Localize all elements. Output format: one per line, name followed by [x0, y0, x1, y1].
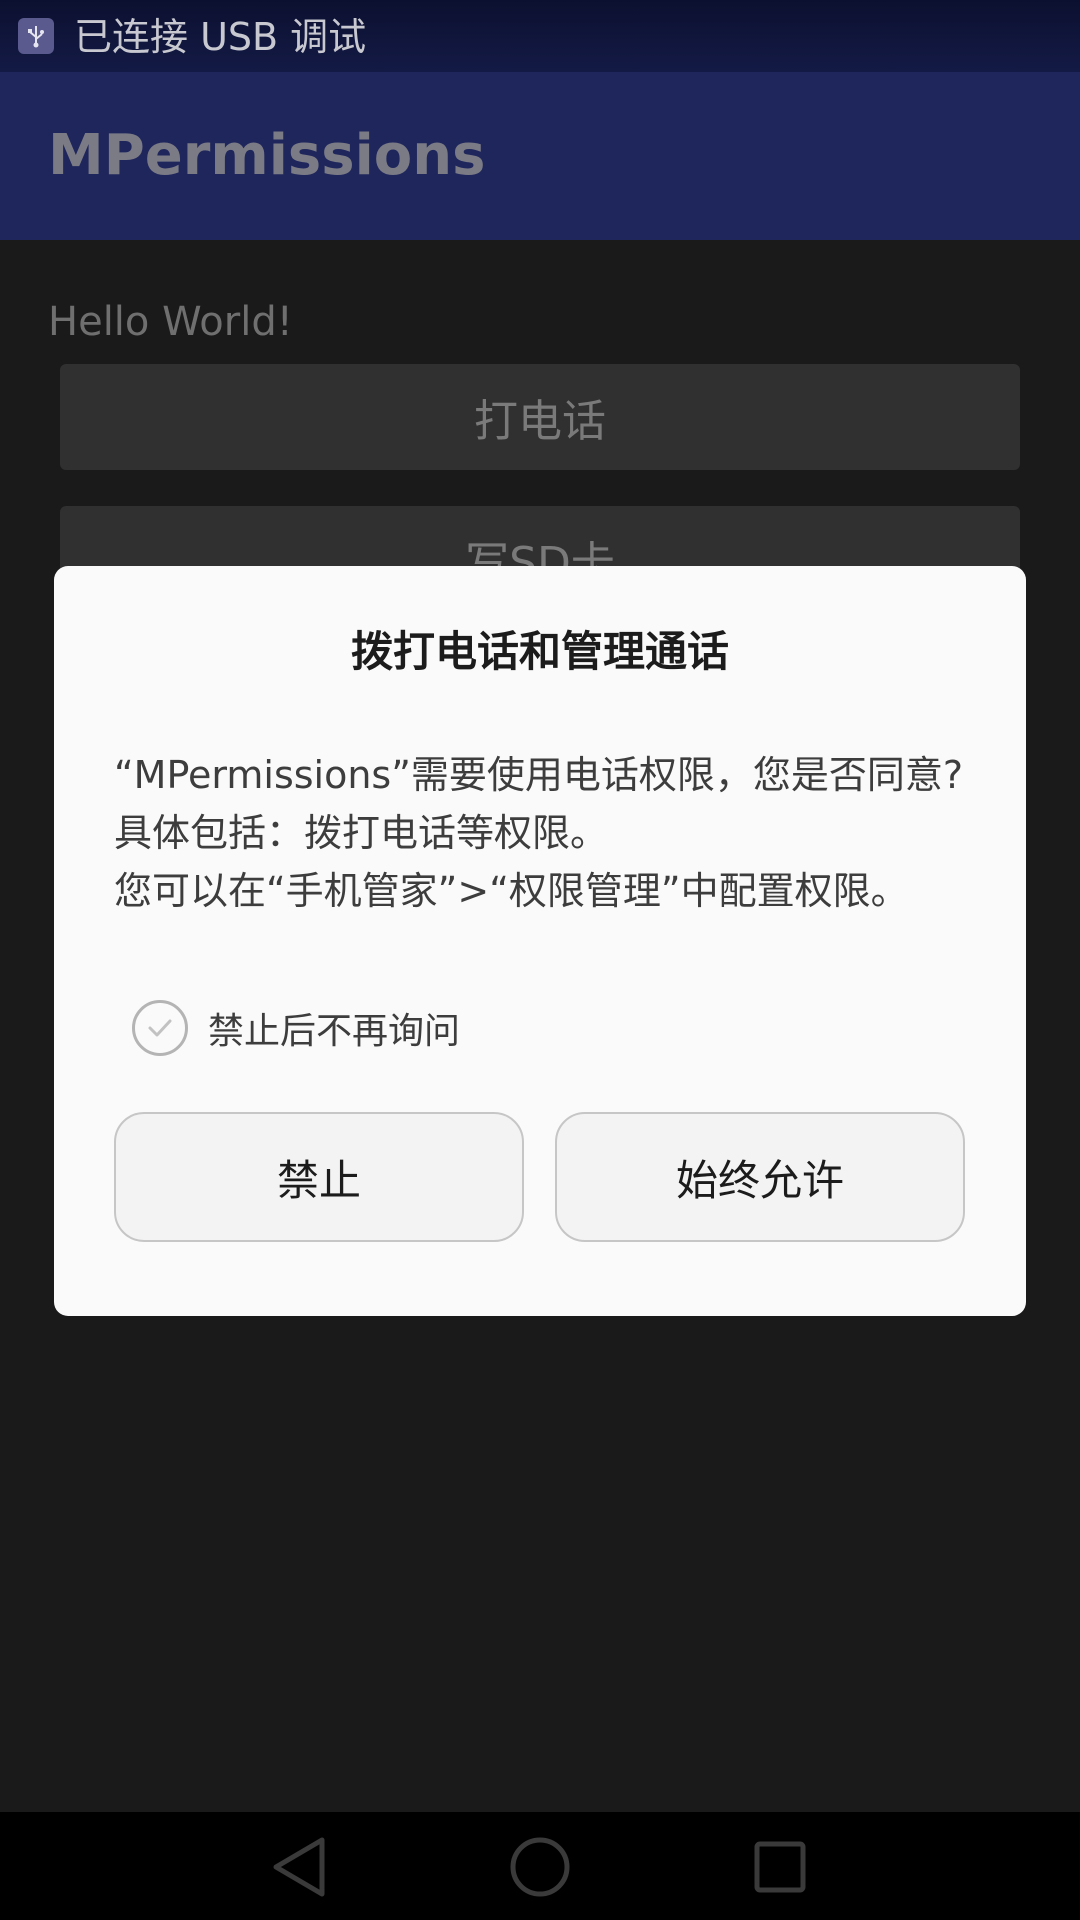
dialog-title: 拨打电话和管理通话 — [350, 627, 729, 676]
status-text: 已连接 USB 调试 — [74, 15, 367, 59]
hello-text: Hello World! — [48, 299, 293, 345]
check-icon — [148, 1019, 172, 1037]
back-icon[interactable] — [266, 1832, 336, 1902]
dont-ask-again-row[interactable]: 禁止后不再询问 — [132, 998, 460, 1058]
always-allow-button[interactable]: 始终允许 — [555, 1112, 965, 1242]
call-button[interactable]: 打电话 — [60, 364, 1020, 470]
usb-debug-icon — [18, 18, 54, 54]
dont-ask-again-checkbox[interactable] — [132, 1000, 188, 1056]
dialog-message: “MPermissions”需要使用电话权限，您是否同意? 具体包括：拨打电话等… — [114, 752, 974, 926]
dialog-message-line: 您可以在“手机管家”>“权限管理”中配置权限。 — [114, 869, 909, 913]
navigation-bar — [0, 1812, 1080, 1920]
permission-dialog: 拨打电话和管理通话 “MPermissions”需要使用电话权限，您是否同意? … — [54, 566, 1026, 1316]
app-bar: MPermissions — [0, 72, 1080, 240]
app-title: MPermissions — [48, 123, 486, 188]
dont-ask-again-label: 禁止后不再询问 — [208, 1011, 461, 1052]
status-bar: 已连接 USB 调试 — [0, 0, 1080, 72]
deny-button[interactable]: 禁止 — [114, 1112, 524, 1242]
screen: 已连接 USB 调试 MPermissions Hello World! 打电话… — [0, 0, 1080, 1920]
dialog-message-line: 具体包括：拨打电话等权限。 — [114, 811, 609, 855]
dialog-message-line: “MPermissions”需要使用电话权限，您是否同意? — [114, 753, 964, 797]
recent-apps-icon[interactable] — [745, 1832, 815, 1902]
home-icon[interactable] — [505, 1832, 575, 1902]
